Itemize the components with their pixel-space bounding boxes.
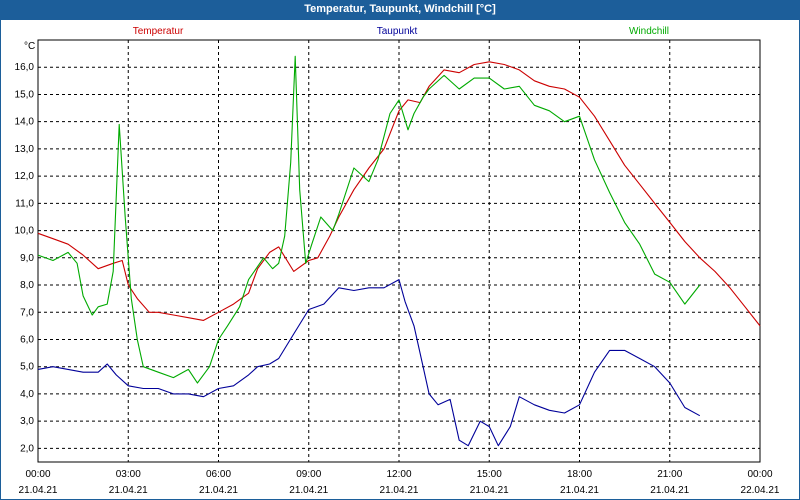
y-tick-label: 8,0 (20, 280, 34, 291)
y-tick-label: 14,0 (15, 117, 35, 128)
y-tick-label: 16,0 (15, 62, 35, 73)
y-tick-label: 15,0 (15, 89, 35, 100)
y-tick-label: 12,0 (15, 171, 35, 182)
x-tick-time: 00:00 (25, 469, 50, 480)
y-tick-label: 11,0 (15, 198, 34, 209)
x-tick-time: 06:00 (206, 469, 231, 480)
x-tick-date: 21.04.21 (19, 485, 58, 496)
y-tick-label: 5,0 (20, 362, 34, 373)
x-tick-time: 09:00 (296, 469, 321, 480)
x-tick-date: 21.04.21 (470, 485, 509, 496)
x-tick-time: 00:00 (747, 469, 772, 480)
x-tick-time: 15:00 (477, 469, 502, 480)
x-tick-date: 21.04.21 (650, 485, 689, 496)
x-tick-time: 18:00 (567, 469, 592, 480)
x-tick-time: 21:00 (657, 469, 682, 480)
x-tick-time: 03:00 (116, 469, 141, 480)
y-axis-label: °C (24, 41, 35, 52)
chart: 2,0 3,0 4,0 5,0 6,0 7,0 8,0 9,0 10,0 11,0 12,0 13,0… (15, 26, 780, 496)
y-tick-label: 7,0 (20, 307, 34, 318)
y-tick-label: 6,0 (20, 334, 34, 345)
legend-taupunkt: Taupunkt (377, 26, 418, 37)
legend-temperatur: Temperatur (133, 26, 184, 37)
x-tick-date: 21.04.21 (199, 485, 238, 496)
y-tick-label: 4,0 (20, 389, 34, 400)
y-tick-label: 13,0 (15, 144, 35, 155)
y-tick-label: 9,0 (20, 253, 34, 264)
x-tick-date: 22.04.21 (741, 485, 780, 496)
x-tick-date: 21.04.21 (560, 485, 599, 496)
x-tick-date: 21.04.21 (289, 485, 328, 496)
legend-windchill: Windchill (629, 26, 669, 37)
y-tick-label: 3,0 (20, 416, 34, 427)
x-axis: 00:00 21.04.21 03:00 21.04.21 06:00 21.04.21 0… (19, 469, 780, 496)
x-tick-date: 21.04.21 (380, 485, 419, 496)
y-tick-label: 10,0 (15, 226, 35, 237)
legend: Temperatur Taupunkt Windchill (133, 26, 669, 37)
x-tick-date: 21.04.21 (109, 485, 148, 496)
x-tick-time: 12:00 (386, 469, 411, 480)
y-tick-label: 2,0 (20, 443, 34, 454)
y-axis: 2,0 3,0 4,0 5,0 6,0 7,0 8,0 9,0 10,0 11,0 12,0 13,0… (15, 62, 35, 454)
